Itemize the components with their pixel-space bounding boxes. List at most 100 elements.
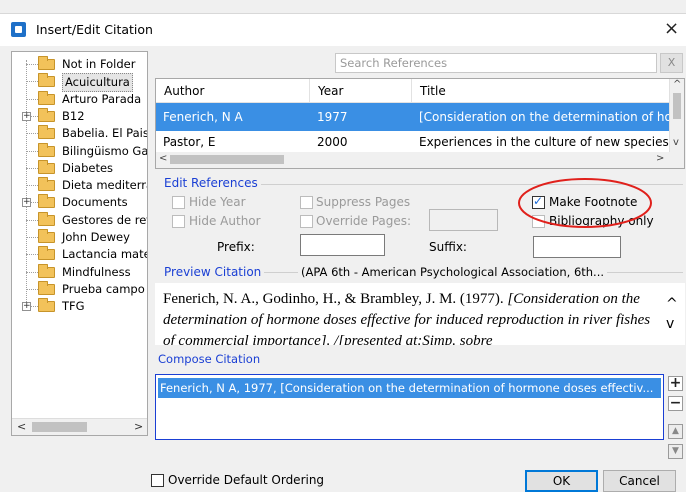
hide-author-checkbox[interactable] xyxy=(172,215,185,228)
tree-item-label: John Dewey xyxy=(62,230,130,244)
references-table[interactable]: Author Year Title Fenerich, N A 1977 [Co… xyxy=(155,78,685,169)
folder-icon xyxy=(38,125,55,139)
override-ordering-label: Override Default Ordering xyxy=(168,473,325,487)
tree-guide-line xyxy=(26,99,38,100)
folder-icon xyxy=(38,264,55,278)
override-ordering-checkbox[interactable] xyxy=(151,474,164,487)
citation-style-label: (APA 6th - American Psychological Associ… xyxy=(298,265,608,279)
table-row[interactable]: Pastor, E 2000 Experiences in the cultur… xyxy=(156,132,684,152)
folder-icon xyxy=(38,281,55,295)
tree-guide-line xyxy=(26,151,38,152)
column-header-author[interactable]: Author xyxy=(156,79,310,103)
suffix-label: Suffix: xyxy=(429,240,467,254)
suppress-pages-label: Suppress Pages xyxy=(316,195,411,209)
tree-item-label: Documents xyxy=(62,195,128,209)
plus-expander-icon[interactable]: + xyxy=(22,302,31,311)
edit-references-title: Edit References xyxy=(161,176,261,190)
move-down-button[interactable]: ▼ xyxy=(668,444,683,459)
override-pages-checkbox[interactable] xyxy=(300,215,313,228)
search-input[interactable]: Search References xyxy=(335,53,657,73)
tree-guide-line xyxy=(26,168,38,169)
folder-tree[interactable]: < > Not in Folder Acuicultura Arturo Parad… xyxy=(11,51,148,436)
move-up-button[interactable]: ▲ xyxy=(668,424,683,439)
preview-citation-box: Fenerich, N. A., Godinho, H., & Brambley… xyxy=(155,283,685,345)
scroll-left-icon[interactable]: < xyxy=(159,153,167,164)
folder-icon xyxy=(38,298,55,312)
column-header-title[interactable]: Title xyxy=(412,79,670,103)
plus-expander-icon[interactable]: + xyxy=(22,198,31,207)
folder-icon xyxy=(38,108,55,122)
scroll-down-icon[interactable]: v xyxy=(673,137,679,148)
scroll-thumb[interactable] xyxy=(673,93,681,119)
tree-guide-line xyxy=(26,237,38,238)
cell-year: 2000 xyxy=(317,135,348,149)
table-row[interactable]: Fenerich, N A 1977 [Consideration on the… xyxy=(156,103,684,131)
override-pages-label: Override Pages: xyxy=(316,214,412,228)
tree-horizontal-scrollbar[interactable]: < > xyxy=(12,418,147,435)
tree-item-label: Not in Folder xyxy=(62,57,136,71)
folder-icon xyxy=(38,91,55,105)
tree-item-label: Acuicultura xyxy=(62,73,133,92)
tree-guide-line xyxy=(26,60,27,303)
tree-item-label: Dieta mediterra xyxy=(62,178,148,192)
close-icon[interactable]: × xyxy=(664,18,679,39)
tree-guide-line xyxy=(26,64,38,65)
citation-app-icon xyxy=(11,22,26,37)
ok-button[interactable]: OK xyxy=(525,470,598,492)
scroll-up-icon[interactable]: ^ xyxy=(673,79,681,90)
preview-citation-title: Preview Citation xyxy=(161,265,265,279)
tree-guide-line xyxy=(26,272,38,273)
tree-item-label: TFG xyxy=(62,299,85,313)
cell-author: Pastor, E xyxy=(163,135,216,149)
table-vertical-scrollbar[interactable]: ^ v xyxy=(669,79,684,152)
preview-text-plain: Fenerich, N. A., Godinho, H., & Brambley… xyxy=(163,291,508,307)
folder-icon xyxy=(38,246,55,260)
hide-year-label: Hide Year xyxy=(189,195,246,209)
folder-icon xyxy=(38,73,55,87)
list-item[interactable]: Fenerich, N A, 1977, [Consideration on t… xyxy=(158,378,661,398)
preview-citation-text: Fenerich, N. A., Godinho, H., & Brambley… xyxy=(163,289,659,345)
tree-item-label: Lactancia mate xyxy=(62,247,148,261)
cell-author: Fenerich, N A xyxy=(163,110,243,124)
scroll-thumb[interactable] xyxy=(32,422,87,432)
folder-icon xyxy=(38,177,55,191)
tree-item-label: Babelia. El Pais xyxy=(62,126,148,140)
compose-citation-list[interactable]: Fenerich, N A, 1977, [Consideration on t… xyxy=(155,374,664,440)
folder-icon xyxy=(38,194,55,208)
hide-author-label: Hide Author xyxy=(189,214,261,228)
remove-citation-button[interactable]: − xyxy=(668,396,683,411)
folder-icon xyxy=(38,229,55,243)
folder-icon xyxy=(38,56,55,70)
tree-item-label: B12 xyxy=(62,109,85,123)
prefix-field[interactable] xyxy=(300,234,385,256)
scroll-left-icon[interactable]: < xyxy=(17,420,26,433)
folder-icon xyxy=(38,212,55,226)
tree-guide-line xyxy=(26,81,38,82)
tree-item-label: Prueba campo xyxy=(62,282,145,296)
override-pages-field[interactable] xyxy=(429,209,498,231)
tree-guide-line xyxy=(26,254,38,255)
preview-scroll-down-icon[interactable]: v xyxy=(666,316,674,332)
tree-guide-line xyxy=(26,289,38,290)
hide-year-checkbox[interactable] xyxy=(172,196,185,209)
add-citation-button[interactable]: + xyxy=(668,376,683,391)
column-header-year[interactable]: Year xyxy=(310,79,412,103)
scroll-right-icon[interactable]: > xyxy=(656,153,664,164)
tree-item-label: Mindfulness xyxy=(62,265,131,279)
cell-year: 1977 xyxy=(317,110,348,124)
plus-expander-icon[interactable]: + xyxy=(22,112,31,121)
suppress-pages-checkbox[interactable] xyxy=(300,196,313,209)
cancel-button[interactable]: Cancel xyxy=(603,470,676,492)
preview-scroll-up-icon[interactable]: ^ xyxy=(666,296,678,312)
table-horizontal-scrollbar[interactable]: < > xyxy=(156,152,684,168)
prefix-label: Prefix: xyxy=(217,240,255,254)
suffix-field[interactable] xyxy=(533,236,621,258)
tree-item-label: Gestores de ref xyxy=(62,213,148,227)
tree-item-label: Bilingüismo Ga xyxy=(62,144,148,158)
tree-item-label: Arturo Parada xyxy=(62,92,142,106)
scroll-thumb[interactable] xyxy=(170,155,284,164)
tree-guide-line xyxy=(26,185,38,186)
window-title: Insert/Edit Citation xyxy=(36,22,153,37)
search-clear-button[interactable]: X xyxy=(660,53,683,73)
scroll-right-icon[interactable]: > xyxy=(134,420,143,433)
